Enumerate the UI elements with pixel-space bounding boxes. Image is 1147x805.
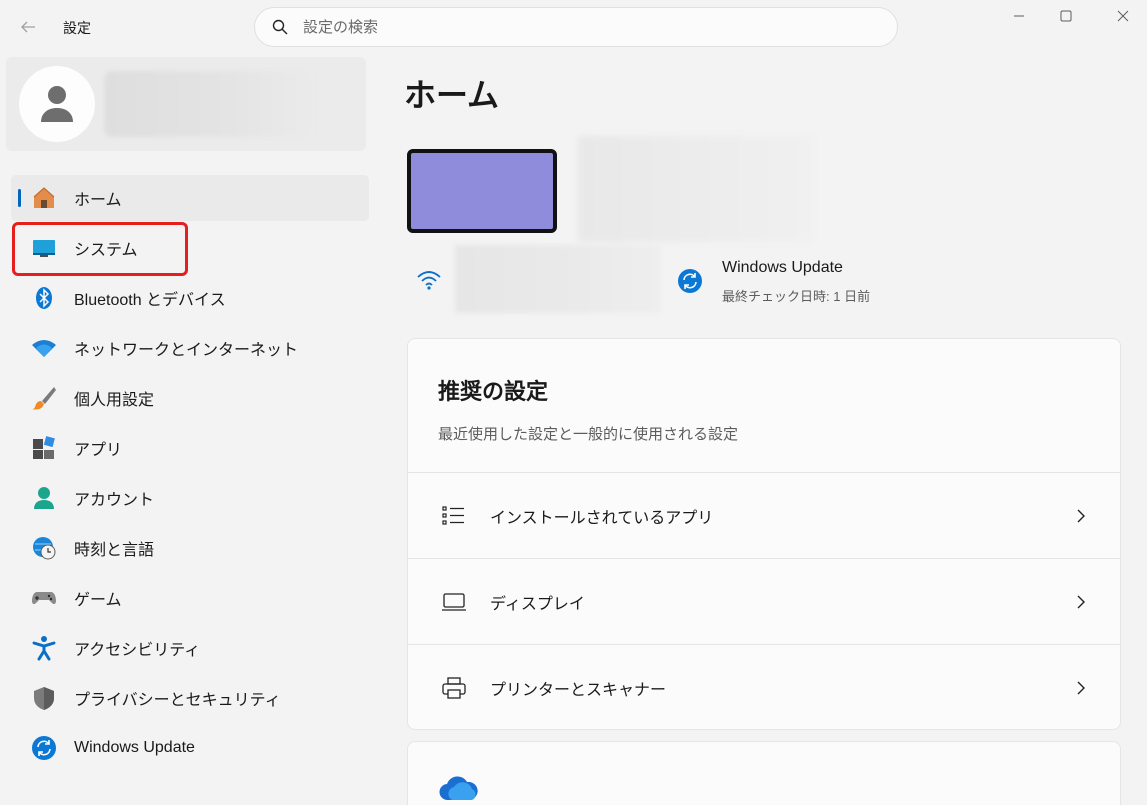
gamepad-icon [31, 585, 57, 611]
user-profile-card[interactable] [6, 57, 366, 151]
cloud-icon [438, 772, 478, 802]
apps-icon [31, 435, 57, 461]
sidebar-item-time-language[interactable]: 時刻と言語 [11, 525, 369, 571]
row-installed-apps[interactable]: インストールされているアプリ [408, 472, 1120, 558]
row-display[interactable]: ディスプレイ [408, 558, 1120, 644]
sidebar-item-personalization[interactable]: 個人用設定 [11, 375, 369, 421]
search-icon [271, 18, 289, 36]
sidebar-item-accessibility[interactable]: アクセシビリティ [11, 625, 369, 671]
shield-icon [31, 685, 57, 711]
sidebar-item-label: ゲーム [74, 592, 122, 609]
sidebar-item-label: プライバシーとセキュリティ [74, 692, 281, 709]
close-icon [1117, 10, 1129, 22]
sidebar-item-label: ホーム [74, 192, 122, 209]
card-title: 推奨の設定 [438, 379, 549, 404]
close-button[interactable] [1100, 0, 1146, 32]
sidebar-item-windows-update[interactable]: Windows Update [11, 725, 369, 771]
installed-apps-icon [440, 502, 468, 530]
row-label: インストールされているアプリ [490, 509, 714, 527]
user-avatar-icon [41, 86, 73, 122]
sidebar-item-label: 時刻と言語 [74, 542, 155, 559]
account-icon [31, 485, 57, 511]
back-button[interactable] [10, 12, 46, 42]
sidebar-item-privacy[interactable]: プライバシーとセキュリティ [11, 675, 369, 721]
chevron-right-icon [1074, 595, 1088, 609]
home-icon [31, 185, 57, 211]
chevron-right-icon [1074, 681, 1088, 695]
back-arrow-icon [21, 21, 35, 33]
profile-info-redacted [104, 71, 314, 137]
recommended-settings-card: 推奨の設定 最近使用した設定と一般的に使用される設定 インストールされているアプ… [407, 338, 1121, 730]
windows-update-last-checked: 最終チェック日時: 1 日前 [722, 289, 871, 304]
sidebar-item-label: アクセシビリティ [74, 642, 201, 659]
sidebar-item-label: Windows Update [74, 739, 195, 756]
time-language-icon [31, 535, 57, 561]
search-box[interactable] [254, 7, 898, 47]
sidebar-item-label: 個人用設定 [74, 392, 155, 409]
windows-update-title[interactable]: Windows Update [722, 259, 843, 277]
sidebar-item-label: Bluetooth とデバイス [74, 292, 226, 309]
sidebar-item-accounts[interactable]: アカウント [11, 475, 369, 521]
app-title: 設定 [63, 20, 91, 36]
display-icon [440, 588, 468, 616]
avatar [19, 66, 95, 142]
printer-icon [440, 674, 468, 702]
wifi-icon [415, 266, 443, 294]
device-wallpaper-thumbnail [407, 149, 557, 233]
search-input[interactable] [303, 18, 863, 36]
sidebar-item-network[interactable]: ネットワークとインターネット [11, 325, 369, 371]
sidebar-item-home[interactable]: ホーム [11, 175, 369, 221]
sidebar-item-apps[interactable]: アプリ [11, 425, 369, 471]
minimize-button[interactable] [996, 0, 1042, 32]
windows-update-status-icon[interactable] [677, 268, 703, 294]
onedrive-card [407, 741, 1121, 805]
maximize-button[interactable] [1043, 0, 1089, 32]
row-label: プリンターとスキャナー [490, 681, 667, 699]
maximize-icon [1060, 10, 1072, 22]
highlight-annotation [12, 222, 188, 276]
device-info-redacted [578, 136, 812, 242]
network-info-redacted[interactable] [455, 245, 661, 313]
brush-icon [31, 385, 57, 411]
chevron-right-icon [1074, 509, 1088, 523]
sidebar-item-label: アプリ [74, 442, 123, 459]
network-icon [31, 335, 57, 361]
windows-update-icon [31, 735, 57, 761]
sidebar-item-label: ネットワークとインターネット [74, 342, 299, 359]
page-title: ホーム [404, 77, 500, 113]
row-label: ディスプレイ [490, 595, 585, 613]
sidebar-item-gaming[interactable]: ゲーム [11, 575, 369, 621]
title-bar: 設定 [0, 0, 1147, 54]
bluetooth-icon [31, 285, 57, 311]
selection-indicator [18, 189, 21, 207]
accessibility-icon [31, 635, 57, 661]
card-subtitle: 最近使用した設定と一般的に使用される設定 [438, 426, 739, 443]
sidebar-item-bluetooth[interactable]: Bluetooth とデバイス [11, 275, 369, 321]
sidebar-item-label: アカウント [74, 492, 155, 509]
row-printers-scanners[interactable]: プリンターとスキャナー [408, 644, 1120, 730]
minimize-icon [1014, 15, 1024, 17]
